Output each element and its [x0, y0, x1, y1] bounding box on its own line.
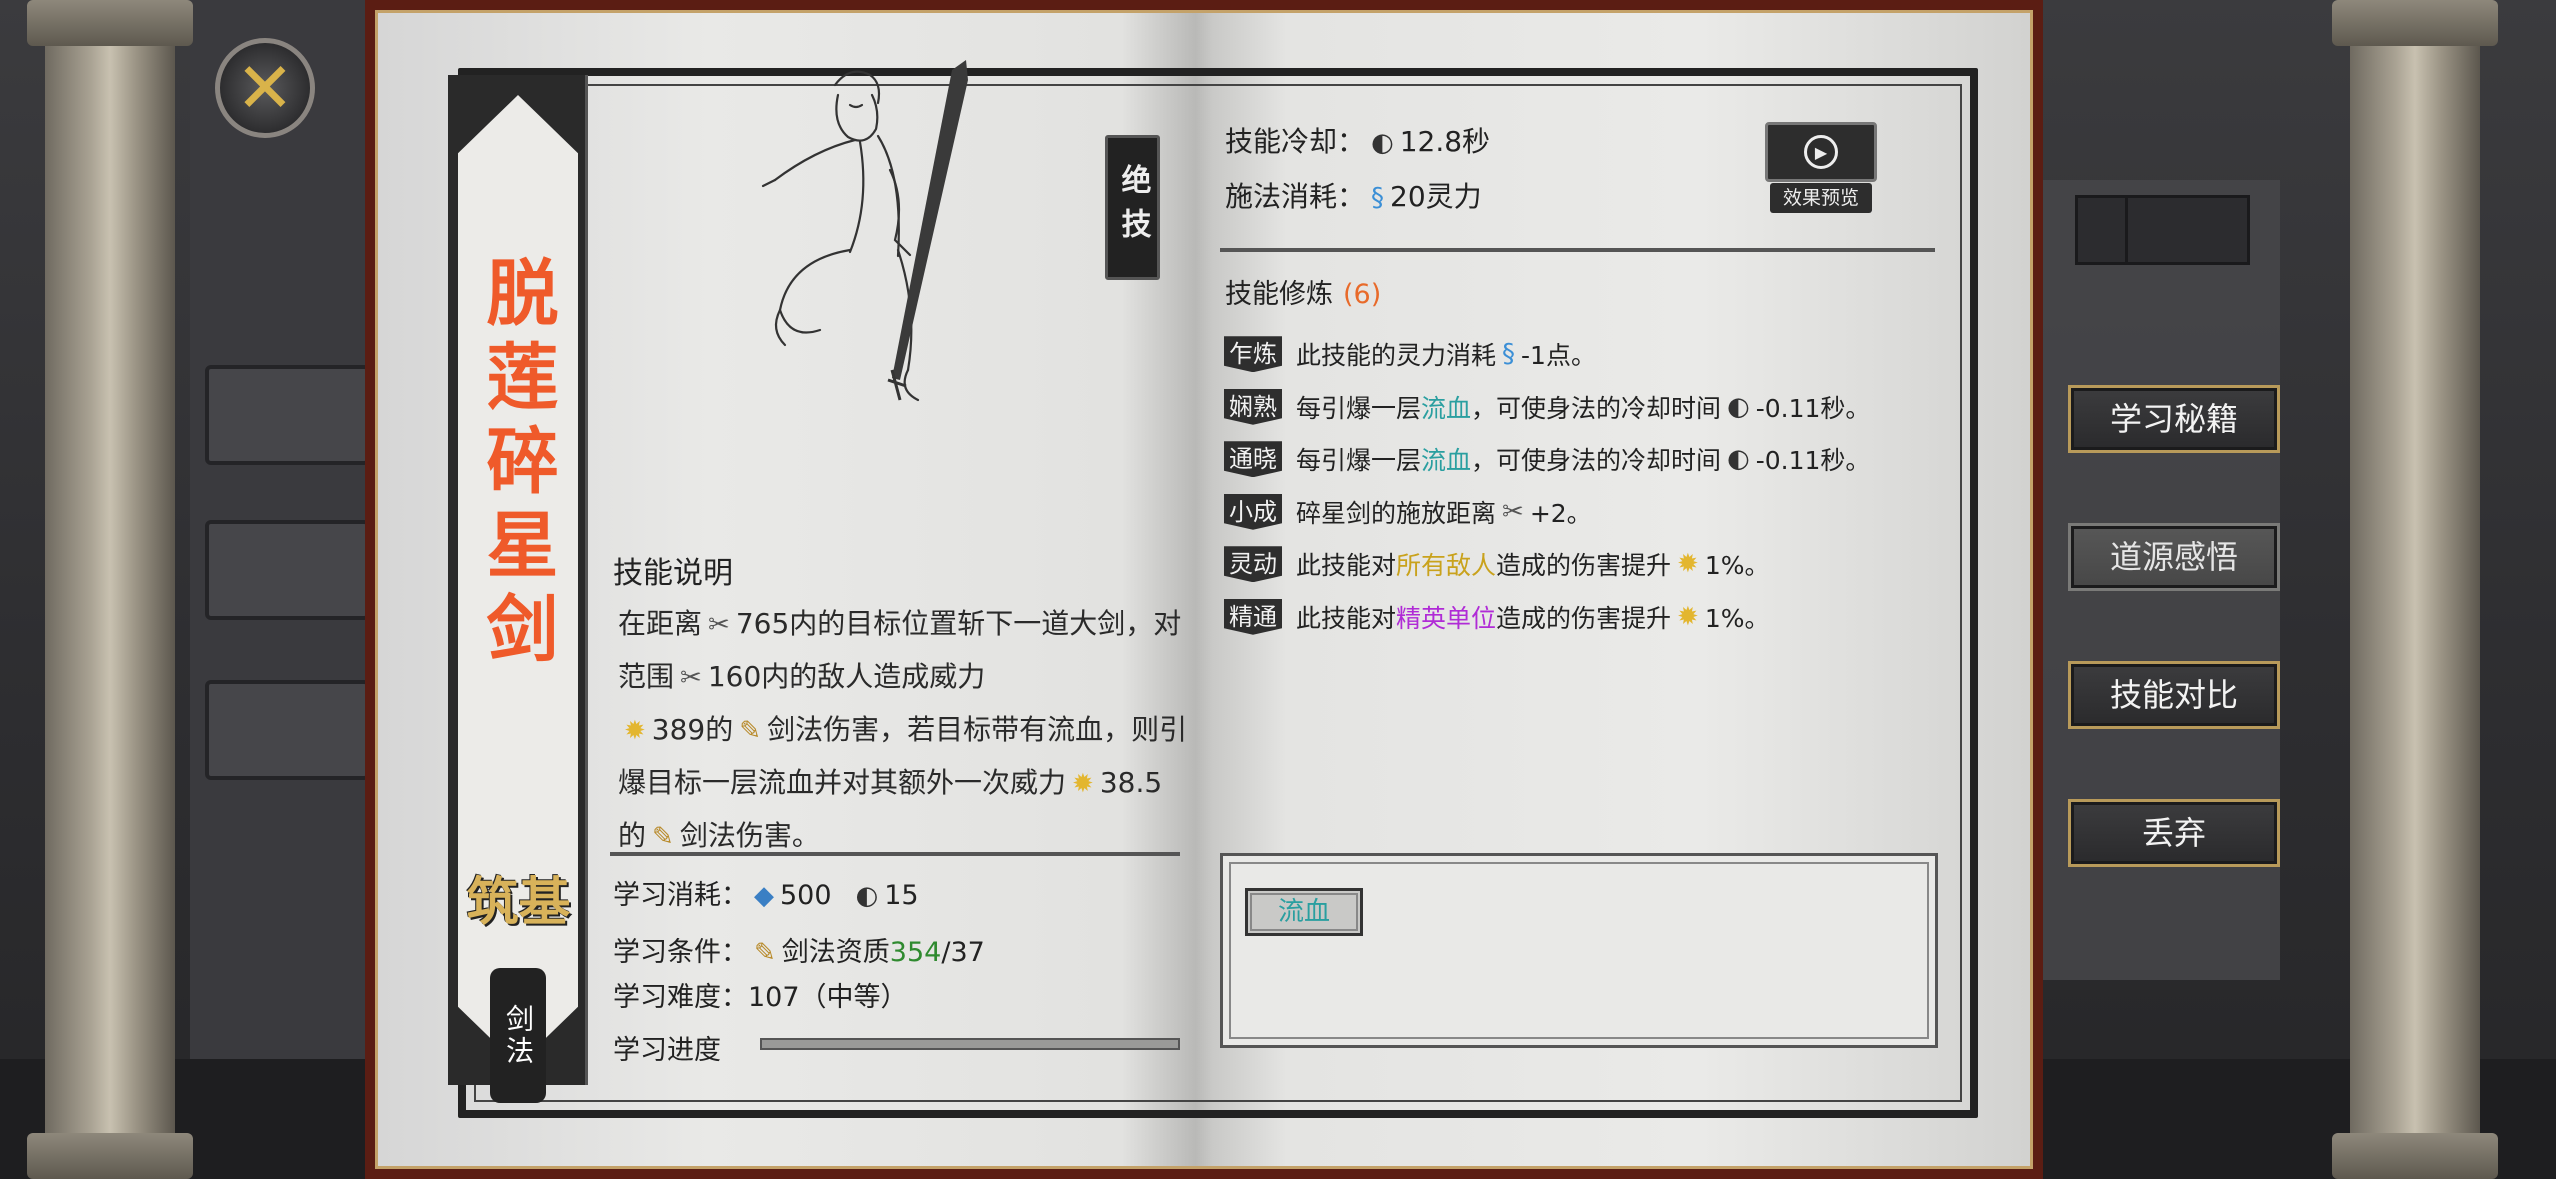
spirit-stone-cost: 500 [780, 880, 832, 911]
aptitude-current: 354 [889, 937, 942, 968]
spirit-power-icon: § [1502, 339, 1516, 370]
training-item: 精通 此技能对 精英单位 造成的伤害提升 ✹ 1%。 [1224, 591, 1944, 644]
range-icon: ✂ [708, 610, 730, 640]
range-icon: ✂ [1502, 496, 1524, 527]
cooldown-icon: ◐ [1371, 128, 1394, 158]
training-tag: 通晓 [1224, 441, 1282, 478]
training-tag: 灵动 [1224, 546, 1282, 583]
power-value: 38.5 [1099, 766, 1163, 799]
play-icon: ▶ [1804, 135, 1838, 169]
realm-label: 筑基 [466, 872, 571, 933]
compare-skill-button[interactable]: 技能对比 [2068, 661, 2280, 729]
skill-title-banner: 脱莲碎星剑 筑基 剑法 [448, 75, 588, 1103]
crossed-swords-icon: ✕ [235, 47, 295, 129]
learn-manual-button[interactable]: 学习秘籍 [2068, 385, 2280, 453]
training-tag: 精通 [1224, 598, 1282, 635]
training-item: 灵动 此技能对 所有敌人 造成的伤害提升 ✹ 1%。 [1224, 538, 1944, 591]
effect-preview-label[interactable]: 效果预览 [1770, 183, 1872, 213]
spirit-stone-icon: ◆ [754, 881, 774, 911]
description-title: 技能说明 [613, 556, 733, 591]
bleed-keyword[interactable]: 流血 [1421, 389, 1471, 425]
learn-cost-row: 学习消耗： ◆ 500 ◐ 15 [613, 880, 919, 911]
training-item: 小成 碎星剑的施放距离 ✂ +2。 [1224, 486, 1944, 539]
spirit-power-icon: § [1371, 183, 1385, 213]
training-item: 乍炼 此技能的灵力消耗 § -1点。 [1224, 328, 1944, 381]
right-pillar [2332, 0, 2498, 1179]
divider [1220, 248, 1935, 252]
skill-name: 脱莲碎星剑 [474, 255, 559, 675]
power-icon: ✹ [1677, 601, 1699, 632]
insight-cost: 15 [884, 880, 919, 911]
sword-skill-icon: ✎ [754, 938, 776, 968]
training-title: 技能修炼 (6) [1225, 279, 1382, 310]
training-item: 通晓 每引爆一层 流血 ，可使身法的冷却时间 ◐ -0.11秒。 [1224, 433, 1944, 486]
cast-cost-row: 施法消耗： § 20灵力 [1225, 180, 1482, 213]
cooldown-value: 12.8秒 [1399, 125, 1491, 158]
swordsman-illustration [761, 60, 968, 402]
training-tag: 小成 [1224, 493, 1282, 530]
background-right-tab [2125, 195, 2250, 265]
radius-value: 160 [707, 660, 762, 693]
aptitude-required: 37 [950, 937, 985, 968]
training-list: 乍炼 此技能的灵力消耗 § -1点。 娴熟 每引爆一层 流血 ，可使身法的冷却时间 ◐ -0… [1224, 328, 1944, 643]
training-item: 娴熟 每引爆一层 流血 ，可使身法的冷却时间 ◐ -0.11秒。 [1224, 381, 1944, 434]
cooldown-icon: ◐ [1727, 391, 1750, 422]
enlighten-button[interactable]: 道源感悟 [2068, 523, 2280, 591]
learn-progress-bar [760, 1038, 1180, 1050]
cooldown-row: 技能冷却： ◐ 12.8秒 [1225, 125, 1491, 158]
cooldown-icon: ◐ [1727, 444, 1750, 475]
background-tab [205, 365, 370, 465]
power-value: 389 [651, 713, 706, 746]
close-button[interactable]: ✕ [215, 38, 315, 138]
range-value: 765 [735, 607, 790, 640]
all-enemies-keyword: 所有敌人 [1396, 551, 1497, 581]
bleed-keyword-chip[interactable]: 流血 [1245, 888, 1363, 936]
learn-difficulty-row: 学习难度：107（中等） [613, 982, 908, 1013]
learn-condition-row: 学习条件： ✎ 剑法资质354/37 [613, 937, 985, 968]
power-icon: ✹ [624, 716, 646, 746]
bleed-keyword[interactable]: 流血 [1421, 441, 1471, 477]
rank-badge: 绝技 [1105, 135, 1160, 280]
learn-progress-label: 学习进度 [613, 1035, 721, 1066]
power-icon: ✹ [1072, 769, 1094, 799]
background-tab [205, 520, 370, 620]
insight-icon: ◐ [855, 881, 879, 911]
power-icon: ✹ [1677, 549, 1699, 580]
discard-button[interactable]: 丢弃 [2068, 799, 2280, 867]
training-tag: 乍炼 [1224, 336, 1282, 373]
cast-cost-value: 20灵力 [1390, 180, 1482, 213]
description-text: 在距离 ✂ 765内的目标位置斩下一道大剑，对范围 ✂ 160内的敌人造成威力 ✹ 389… [618, 598, 1188, 863]
effect-preview-button[interactable]: ▶ [1765, 122, 1877, 182]
left-pillar [27, 0, 193, 1179]
elite-units-keyword: 精英单位 [1396, 603, 1497, 633]
category-tag: 剑法 [490, 968, 546, 1103]
range-icon: ✂ [680, 663, 702, 693]
background-tab [205, 680, 370, 780]
keyword-box: 流血 [1220, 853, 1938, 1048]
sword-skill-icon: ✎ [739, 716, 762, 746]
training-count: (6) [1343, 279, 1382, 310]
divider [610, 852, 1180, 856]
difficulty-value: 107（中等） [748, 982, 908, 1013]
training-tag: 娴熟 [1224, 388, 1282, 425]
